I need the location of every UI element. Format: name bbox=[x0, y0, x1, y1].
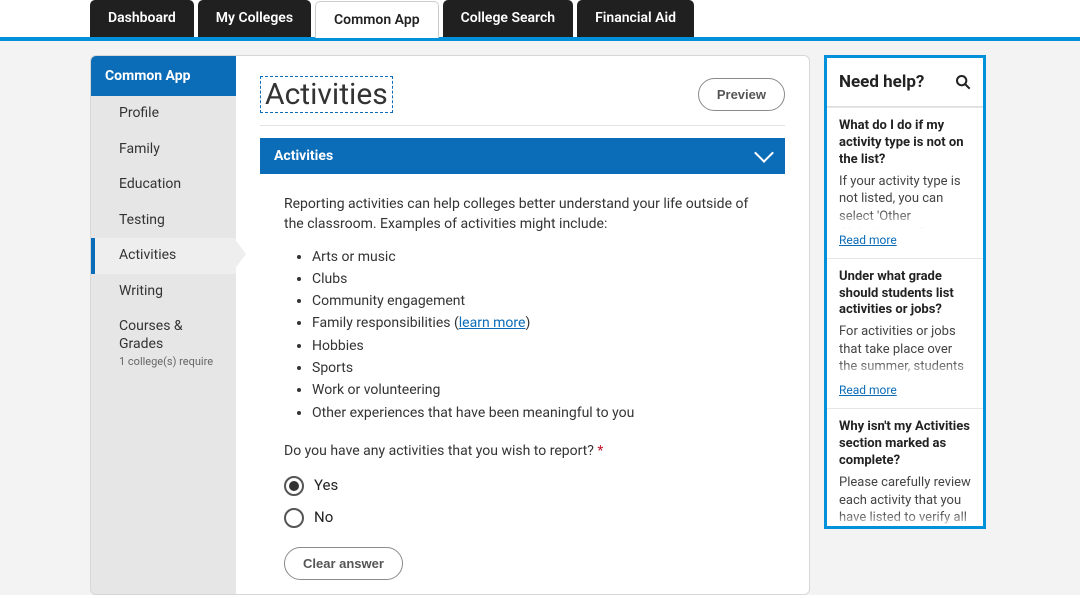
text-fade bbox=[839, 512, 971, 529]
main-card: Common App Profile Family Education Test… bbox=[90, 55, 810, 595]
help-preview-wrap: Please carefully review each activity th… bbox=[839, 474, 971, 529]
main-header: Activities Preview bbox=[260, 76, 785, 126]
radio-icon-selected bbox=[284, 476, 304, 496]
help-preview-wrap: For activities or jobs that take place o… bbox=[839, 323, 971, 379]
sidenav-item-family[interactable]: Family bbox=[91, 132, 236, 168]
help-question: What do I do if my activity type is not … bbox=[839, 118, 971, 169]
list-item: Other experiences that have been meaning… bbox=[312, 403, 761, 423]
radio-label: Yes bbox=[314, 475, 338, 497]
list-item: Work or volunteering bbox=[312, 380, 761, 400]
list-item: Family responsibilities (learn more) bbox=[312, 313, 761, 333]
sidenav-item-education[interactable]: Education bbox=[91, 167, 236, 203]
text-fade bbox=[839, 211, 971, 229]
sidenav-item-activities[interactable]: Activities bbox=[91, 238, 236, 274]
tab-college-search[interactable]: College Search bbox=[443, 0, 573, 37]
read-more-link[interactable]: Read more bbox=[839, 383, 897, 397]
sidenav-item-writing[interactable]: Writing bbox=[91, 274, 236, 310]
sidenav-item-sublabel: 1 college(s) require bbox=[119, 355, 222, 369]
list-item: Sports bbox=[312, 358, 761, 378]
sidenav-item-courses-grades[interactable]: Courses & Grades 1 college(s) require bbox=[91, 309, 236, 378]
radio-icon bbox=[284, 508, 304, 528]
help-item: Why isn't my Activities section marked a… bbox=[827, 408, 983, 529]
side-nav: Common App Profile Family Education Test… bbox=[91, 56, 236, 594]
text-fade bbox=[839, 361, 971, 379]
clear-answer-button[interactable]: Clear answer bbox=[284, 547, 403, 580]
help-item: Under what grade should students list ac… bbox=[827, 258, 983, 409]
list-item-text: Family responsibilities bbox=[312, 315, 450, 331]
tab-common-app[interactable]: Common App bbox=[315, 1, 439, 38]
help-question: Under what grade should students list ac… bbox=[839, 269, 971, 320]
section-title: Activities bbox=[274, 148, 333, 164]
tab-my-colleges[interactable]: My Colleges bbox=[198, 0, 311, 37]
help-panel: Need help? What do I do if my activity t… bbox=[824, 55, 986, 529]
list-item: Arts or music bbox=[312, 247, 761, 267]
section-header-activities[interactable]: Activities bbox=[260, 138, 785, 174]
list-item: Clubs bbox=[312, 269, 761, 289]
sidenav-item-label: Courses & Grades bbox=[119, 318, 183, 352]
required-mark: * bbox=[597, 443, 603, 459]
main-panel: Activities Preview Activities Reporting … bbox=[236, 56, 809, 594]
question-label: Do you have any activities that you wish… bbox=[284, 441, 761, 461]
sidenav-item-testing[interactable]: Testing bbox=[91, 203, 236, 239]
help-header: Need help? bbox=[827, 58, 983, 107]
radio-label: No bbox=[314, 507, 333, 529]
radio-option-yes[interactable]: Yes bbox=[284, 475, 761, 497]
top-nav: Dashboard My Colleges Common App College… bbox=[0, 0, 1080, 41]
radio-group-activities: Yes No bbox=[284, 475, 761, 529]
help-title: Need help? bbox=[839, 72, 924, 92]
help-preview-wrap: If your activity type is not listed, you… bbox=[839, 173, 971, 229]
chevron-down-icon bbox=[754, 143, 774, 163]
page-title: Activities bbox=[260, 76, 393, 113]
help-item: What do I do if my activity type is not … bbox=[827, 107, 983, 258]
section-body: Reporting activities can help colleges b… bbox=[260, 194, 785, 594]
tab-dashboard[interactable]: Dashboard bbox=[90, 0, 194, 37]
content-area: Common App Profile Family Education Test… bbox=[0, 41, 1080, 595]
list-item: Community engagement bbox=[312, 291, 761, 311]
learn-more-link[interactable]: learn more bbox=[459, 315, 526, 331]
preview-button[interactable]: Preview bbox=[698, 78, 785, 111]
question-text: Do you have any activities that you wish… bbox=[284, 443, 594, 459]
radio-option-no[interactable]: No bbox=[284, 507, 761, 529]
read-more-link[interactable]: Read more bbox=[839, 233, 897, 247]
intro-text: Reporting activities can help colleges b… bbox=[284, 194, 761, 235]
list-item: Hobbies bbox=[312, 336, 761, 356]
sidenav-title: Common App bbox=[91, 56, 236, 96]
sidenav-item-profile[interactable]: Profile bbox=[91, 96, 236, 132]
help-question: Why isn't my Activities section marked a… bbox=[839, 419, 971, 470]
search-icon[interactable] bbox=[955, 74, 971, 90]
tab-financial-aid[interactable]: Financial Aid bbox=[577, 0, 694, 37]
examples-list: Arts or music Clubs Community engagement… bbox=[312, 247, 761, 423]
